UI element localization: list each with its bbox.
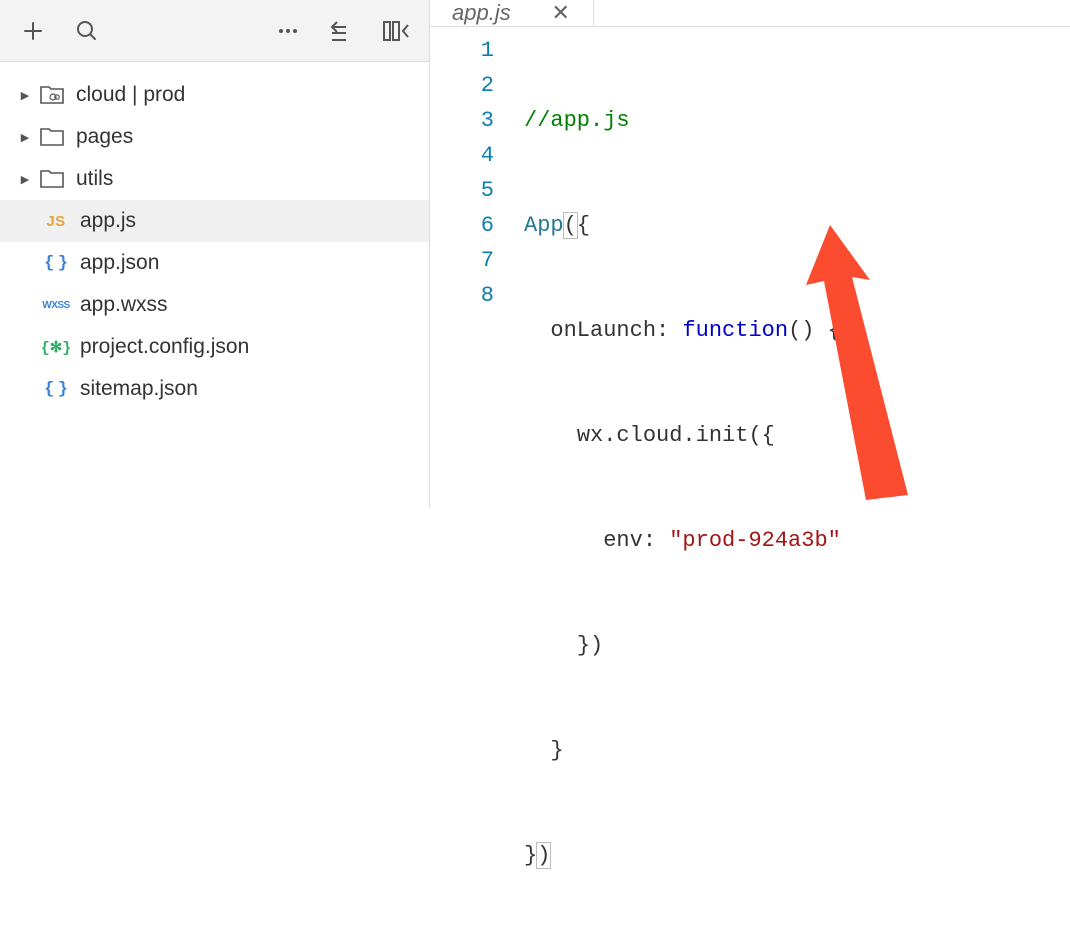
collapse-icon	[329, 19, 355, 43]
tree-file-sitemap-json[interactable]: { } sitemap.json	[0, 368, 429, 410]
json-file-icon: { }	[42, 377, 70, 401]
tree-file-app-json[interactable]: { } app.json	[0, 242, 429, 284]
js-file-icon: JS	[42, 209, 70, 233]
editor-tab[interactable]: app.js ✕	[430, 0, 594, 26]
folder-icon	[38, 125, 66, 149]
cloud-folder-icon	[38, 83, 66, 107]
tree-folder-cloud[interactable]: ▶ cloud | prod	[0, 74, 429, 116]
tree-folder-utils[interactable]: ▶ utils	[0, 158, 429, 200]
tree-folder-label: cloud | prod	[76, 83, 185, 107]
chevron-right-icon: ▶	[16, 86, 34, 104]
json-file-icon: { }	[42, 251, 70, 275]
split-button[interactable]	[371, 7, 421, 55]
editor-tabs: app.js ✕	[430, 0, 1070, 27]
split-panel-icon	[382, 19, 410, 43]
tree-folder-label: utils	[76, 167, 113, 191]
line-gutter: 12345678	[430, 33, 524, 943]
new-file-button[interactable]	[8, 7, 58, 55]
tree-folder-pages[interactable]: ▶ pages	[0, 116, 429, 158]
tree-file-project-config[interactable]: {✻} project.config.json	[0, 326, 429, 368]
tree-file-label: project.config.json	[80, 335, 249, 359]
chevron-right-icon: ▶	[16, 170, 34, 188]
config-file-icon: {✻}	[42, 335, 70, 359]
ellipsis-icon	[276, 19, 300, 43]
collapse-button[interactable]	[317, 7, 367, 55]
tree-file-label: app.js	[80, 209, 136, 233]
chevron-right-icon: ▶	[16, 128, 34, 146]
tree-folder-label: pages	[76, 125, 133, 149]
code-content: //app.js App({ onLaunch: function() { wx…	[524, 33, 1070, 943]
sidebar: ▶ cloud | prod ▶ pages ▶ utils JS app.js	[0, 0, 430, 508]
plus-icon	[22, 20, 44, 42]
close-icon[interactable]: ✕	[551, 3, 571, 23]
search-icon	[75, 19, 99, 43]
search-button[interactable]	[62, 7, 112, 55]
tree-file-app-wxss[interactable]: WXSS app.wxss	[0, 284, 429, 326]
tree-file-label: app.json	[80, 251, 159, 275]
tree-file-app-js[interactable]: JS app.js	[0, 200, 429, 242]
file-tree: ▶ cloud | prod ▶ pages ▶ utils JS app.js	[0, 62, 429, 508]
more-button[interactable]	[263, 7, 313, 55]
sidebar-toolbar	[0, 0, 429, 62]
tree-file-label: app.wxss	[80, 293, 168, 317]
wxss-file-icon: WXSS	[42, 293, 70, 317]
editor-panel: app.js ✕ 12345678 //app.js App({ onLaunc…	[430, 0, 1070, 508]
code-editor[interactable]: 12345678 //app.js App({ onLaunch: functi…	[430, 27, 1070, 943]
editor-tab-label: app.js	[452, 0, 511, 26]
tree-file-label: sitemap.json	[80, 377, 198, 401]
folder-icon	[38, 167, 66, 191]
